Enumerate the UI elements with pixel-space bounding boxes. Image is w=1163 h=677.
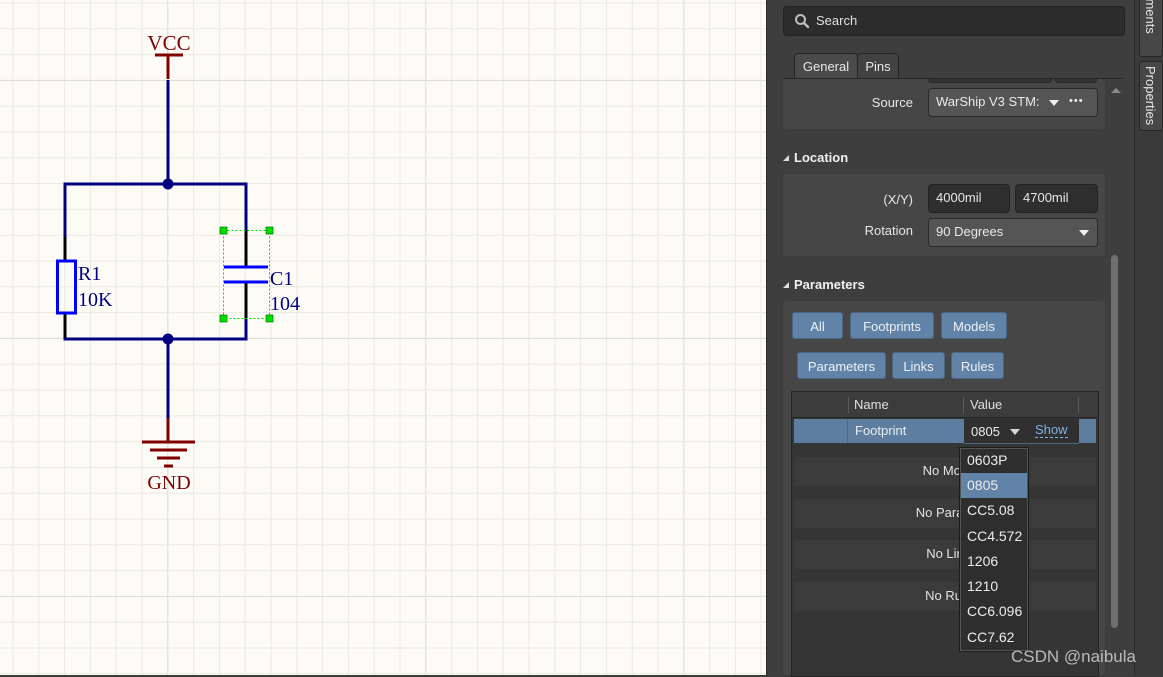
c1-value[interactable]: 104	[270, 293, 300, 315]
y-field[interactable]: 4700mil	[1015, 184, 1098, 213]
side-tab-strip: Comments Properties	[1134, 0, 1163, 675]
dropdown-option[interactable]: CC4.572	[961, 524, 1027, 549]
xy-label: (X/Y)	[883, 192, 913, 207]
r1-designator[interactable]: R1	[78, 263, 101, 285]
c1-designator[interactable]: C1	[270, 268, 293, 290]
no-parameters-text: No Param	[915, 505, 975, 520]
panel-scrollbar[interactable]	[1111, 255, 1118, 628]
r1-value[interactable]: 10K	[78, 289, 113, 311]
dropdown-option[interactable]: CC5.08	[961, 498, 1027, 523]
properties-panel: Search General Pins Source WarShip V3 ST…	[766, 0, 1135, 677]
search-box[interactable]: Search	[783, 6, 1125, 36]
filter-parameters-button[interactable]: Parameters	[797, 352, 886, 379]
clipped-field	[928, 79, 1052, 83]
tab-general[interactable]: General	[794, 53, 858, 79]
chevron-down-icon[interactable]	[1079, 230, 1089, 236]
x-field[interactable]: 4000mil	[928, 184, 1010, 213]
capacitor-c1[interactable]: C1 104	[219, 226, 300, 323]
dropdown-option[interactable]: 1206	[961, 549, 1027, 574]
selection-handle[interactable]	[265, 314, 274, 323]
footprint-name-cell: Footprint	[855, 423, 907, 438]
list-item: No Param	[794, 499, 1096, 528]
rotation-combo[interactable]: 90 Degrees	[928, 218, 1098, 247]
selection-handle[interactable]	[265, 226, 274, 235]
filter-links-button[interactable]: Links	[892, 352, 945, 379]
list-item: No Lin	[794, 540, 1096, 569]
no-models-text: No Moc	[922, 463, 968, 478]
collapse-icon	[783, 282, 789, 288]
scroll-up-icon[interactable]	[1111, 88, 1121, 93]
source-value: WarShip V3 STM:	[936, 94, 1040, 109]
no-links-text: No Lin	[926, 546, 964, 561]
location-header[interactable]: Location	[783, 150, 848, 165]
selection-handle[interactable]	[219, 314, 228, 323]
gnd-power-port[interactable]: GND	[142, 418, 195, 494]
cell-divider	[847, 419, 848, 443]
chevron-down-icon[interactable]	[1010, 429, 1020, 435]
search-icon	[795, 14, 810, 29]
filter-models-button[interactable]: Models	[941, 312, 1007, 339]
tab-comments[interactable]: Comments	[1139, 0, 1163, 57]
selection-handle[interactable]	[219, 226, 228, 235]
dropdown-option[interactable]: 1210	[961, 574, 1027, 599]
filter-all-button[interactable]: All	[792, 312, 843, 339]
source-combo[interactable]: WarShip V3 STM: •••	[928, 88, 1098, 117]
column-value-header[interactable]: Value	[970, 397, 1002, 412]
properties-label: Properties	[1143, 66, 1158, 126]
junction-top	[162, 178, 174, 190]
wire-bottom[interactable]	[63, 314, 248, 341]
rotation-label: Rotation	[864, 223, 913, 238]
source-label: Source	[871, 95, 913, 110]
parameters-grid: Name Value Footprint 0805 Show No Moc No…	[791, 391, 1099, 677]
clipped-button	[1055, 79, 1097, 83]
comments-label: Comments	[1143, 0, 1158, 34]
column-separator	[1078, 397, 1079, 413]
parameters-title: Parameters	[794, 277, 865, 292]
footprint-value-editor[interactable]: 0805 Show	[964, 419, 1079, 444]
collapse-icon	[783, 155, 789, 161]
column-name-header[interactable]: Name	[854, 397, 889, 412]
schematic-sheet[interactable]: VCC R1 10K C1 104 GND	[0, 0, 766, 675]
vcc-label: VCC	[147, 31, 190, 55]
wire-top[interactable]	[63, 182, 248, 237]
footprint-value[interactable]: 0805	[971, 424, 1001, 439]
list-item: No Moc	[794, 457, 1096, 486]
dropdown-option[interactable]: CC6.096	[961, 599, 1027, 624]
schematic-canvas[interactable]: VCC R1 10K C1 104 GND	[0, 0, 766, 675]
more-options-icon[interactable]: •••	[1069, 89, 1084, 114]
wires[interactable]	[63, 80, 248, 418]
chevron-down-icon[interactable]	[1049, 100, 1059, 106]
list-item: No Rul	[794, 582, 1096, 611]
dropdown-option[interactable]: 0603P	[961, 448, 1027, 473]
dropdown-option-selected[interactable]: 0805	[961, 473, 1027, 498]
filter-rules-button[interactable]: Rules	[951, 352, 1004, 379]
watermark: CSDN @naibula	[1011, 647, 1136, 666]
tab-properties[interactable]: Properties	[1139, 61, 1163, 131]
no-rules-text: No Rul	[925, 588, 965, 603]
column-separator	[848, 397, 849, 413]
filter-footprints-button[interactable]: Footprints	[850, 312, 934, 339]
junction-bottom	[162, 333, 174, 345]
column-separator	[963, 397, 964, 413]
tab-pins[interactable]: Pins	[857, 53, 899, 79]
table-row-footprint[interactable]: Footprint 0805 Show	[794, 419, 1096, 444]
show-link[interactable]: Show	[1035, 423, 1068, 438]
location-title: Location	[794, 150, 849, 165]
gnd-label: GND	[147, 472, 190, 494]
rotation-value: 90 Degrees	[936, 224, 1004, 239]
grid-header: Name Value	[792, 392, 1098, 418]
resistor-r1[interactable]: R1 10K	[56, 237, 114, 338]
footprint-dropdown[interactable]: 0603P 0805 CC5.08 CC4.572 1206 1210 CC6.…	[959, 447, 1029, 652]
search-placeholder[interactable]: Search	[816, 13, 857, 28]
parameters-header[interactable]: Parameters	[783, 277, 865, 292]
